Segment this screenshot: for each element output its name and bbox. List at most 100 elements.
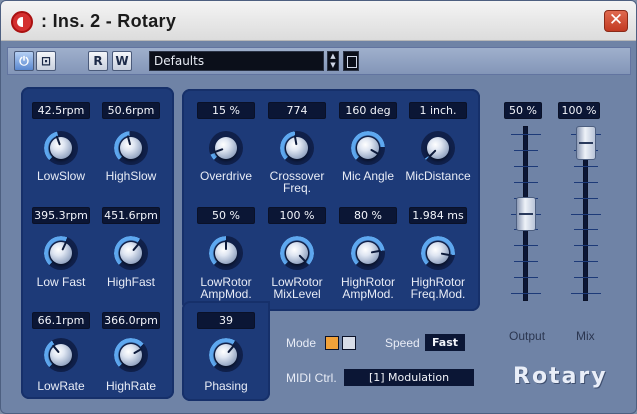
lowrate-knob[interactable] xyxy=(44,338,78,372)
phasing-value[interactable]: 39 xyxy=(197,312,255,329)
fader-tick xyxy=(571,213,601,215)
highfast-value[interactable]: 451.6rpm xyxy=(102,207,160,224)
speed-selector[interactable]: Fast xyxy=(425,334,465,351)
highrotor-ampmod-label-2: AmpMod. xyxy=(342,287,394,301)
fader-handle[interactable] xyxy=(516,196,536,231)
read-automation-button[interactable]: R xyxy=(88,51,108,71)
phasing-label: Phasing xyxy=(204,379,248,393)
write-automation-button[interactable]: W xyxy=(112,51,132,71)
mic-distance-knob[interactable] xyxy=(421,131,455,165)
mode-label: Mode xyxy=(286,336,317,350)
fader-tick xyxy=(514,149,538,151)
highrotor-ampmod-knob[interactable] xyxy=(351,236,385,270)
phasing-knob[interactable] xyxy=(209,338,243,372)
highrate-knob[interactable] xyxy=(114,338,148,372)
mic-distance-label: MicDistance xyxy=(405,169,471,183)
knob-cap xyxy=(50,242,72,264)
close-button[interactable]: ✕ xyxy=(604,10,628,32)
fader-tick xyxy=(511,293,541,294)
lowslow-label: LowSlow xyxy=(36,169,86,183)
rotary-plugin-window: : Ins. 2 - Rotary ✕ ⏻ ⊡ R W Defaults ▲ ▼ … xyxy=(0,0,637,414)
lowfast-label: Low Fast xyxy=(36,275,86,289)
knob-cap xyxy=(50,137,72,159)
plugin-toolbar: ⏻ ⊡ R W Defaults ▲ ▼ xyxy=(7,47,631,75)
knob-pointer xyxy=(225,240,227,250)
fader-tick xyxy=(514,181,538,183)
fader-tick xyxy=(574,165,598,167)
lowrotor-ampmod-label-2: AmpMod. xyxy=(200,287,252,301)
knob-cap xyxy=(357,242,379,264)
mic-angle-knob[interactable] xyxy=(351,131,385,165)
lowrotor-ampmod-value[interactable]: 50 % xyxy=(197,207,255,224)
fader-tick xyxy=(574,181,598,183)
lowrate-label: LowRate xyxy=(37,379,85,393)
knob-cap xyxy=(120,344,142,366)
mic-distance-value[interactable]: 1 inch. xyxy=(409,102,467,119)
highslow-knob[interactable] xyxy=(114,131,148,165)
lowrotor-ampmod-knob[interactable] xyxy=(209,236,243,270)
fader-tick xyxy=(514,277,538,279)
highrotor-ampmod-value[interactable]: 80 % xyxy=(339,207,397,224)
mode-step-button[interactable] xyxy=(325,336,339,350)
window-title: : Ins. 2 - Rotary xyxy=(41,11,177,31)
output-fader[interactable] xyxy=(511,126,541,316)
highfast-knob[interactable] xyxy=(114,236,148,270)
speed-label: Speed xyxy=(385,336,420,350)
fader-tick xyxy=(571,293,601,294)
lowfast-knob[interactable] xyxy=(44,236,78,270)
lowslow-value[interactable]: 42.5rpm xyxy=(32,102,90,119)
lowslow-knob[interactable] xyxy=(44,131,78,165)
knob-cap xyxy=(286,137,308,159)
output-value[interactable]: 50 % xyxy=(504,102,542,119)
crossover-freq-label: Freq. xyxy=(282,181,311,195)
cubase-logo-icon xyxy=(11,11,33,33)
fader-tick xyxy=(514,245,538,247)
preset-selector[interactable]: Defaults xyxy=(149,51,324,71)
knob-cap xyxy=(215,137,237,159)
overdrive-value[interactable]: 15 % xyxy=(197,102,255,119)
lowrotor-mixlevel-knob[interactable] xyxy=(280,236,314,270)
output-label: Output xyxy=(509,329,546,343)
highrotor-freqmod-label-2: Freq.Mod. xyxy=(410,287,466,301)
fader-tick xyxy=(574,229,598,231)
fader-tick xyxy=(514,165,538,167)
midi-ctrl-label: MIDI Ctrl. xyxy=(286,371,337,385)
fader-handle[interactable] xyxy=(576,126,596,160)
mic-angle-label: Mic Angle xyxy=(341,169,395,183)
midi-ctrl-selector[interactable]: [1] Modulation xyxy=(344,369,474,386)
lowfast-value[interactable]: 395.3rpm xyxy=(32,207,90,224)
highslow-value[interactable]: 50.6rpm xyxy=(102,102,160,119)
mix-label: Mix xyxy=(576,329,595,343)
highrate-value[interactable]: 366.0rpm xyxy=(102,312,160,329)
rotary-logo: Rotary xyxy=(513,364,608,389)
highslow-label: HighSlow xyxy=(105,169,157,183)
lowrotor-mixlevel-label-2: MixLevel xyxy=(273,287,321,301)
preset-save-icon[interactable] xyxy=(343,51,359,71)
power-button[interactable]: ⏻ xyxy=(14,51,34,71)
bypass-button[interactable]: ⊡ xyxy=(36,51,56,71)
mic-angle-value[interactable]: 160 deg xyxy=(339,102,397,119)
lowrotor-mixlevel-value[interactable]: 100 % xyxy=(268,207,326,224)
mix-fader[interactable] xyxy=(571,126,601,316)
fader-tick xyxy=(574,277,598,279)
fader-tick xyxy=(514,261,538,263)
fader-tick xyxy=(574,261,598,263)
mix-value[interactable]: 100 % xyxy=(558,102,600,119)
overdrive-knob[interactable] xyxy=(209,131,243,165)
lowrate-value[interactable]: 66.1rpm xyxy=(32,312,90,329)
fader-tick xyxy=(511,134,541,135)
crossover-value[interactable]: 774 xyxy=(268,102,326,119)
highrotor-freqmod-value[interactable]: 1.984 ms xyxy=(409,207,467,224)
highrate-label: HighRate xyxy=(105,379,157,393)
fader-tick xyxy=(574,245,598,247)
preset-arrows-icon[interactable]: ▲ ▼ xyxy=(327,51,339,71)
overdrive-label: Overdrive xyxy=(199,169,252,183)
mode-ramp-button[interactable] xyxy=(342,336,356,350)
highfast-label: HighFast xyxy=(106,275,156,289)
highrotor-freqmod-knob[interactable] xyxy=(421,236,455,270)
title-bar: : Ins. 2 - Rotary ✕ xyxy=(1,1,636,41)
crossover-knob[interactable] xyxy=(280,131,314,165)
knob-cap xyxy=(357,137,379,159)
knob-cap xyxy=(120,137,142,159)
fader-tick xyxy=(574,197,598,199)
